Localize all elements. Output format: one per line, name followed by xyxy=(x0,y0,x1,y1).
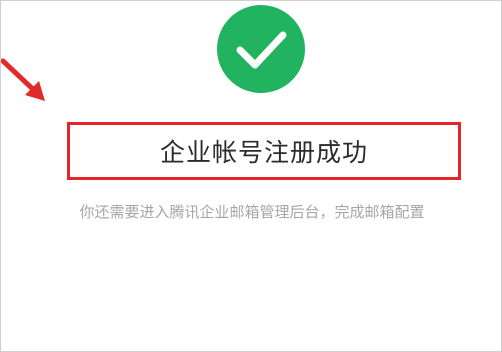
page-title: 企业帐号注册成功 xyxy=(159,138,368,167)
registration-success-panel: 企业帐号注册成功 你还需要进入腾讯企业邮箱管理后台，完成邮箱配置 xyxy=(0,0,502,352)
red-arrow-icon xyxy=(1,58,45,101)
check-circle-icon xyxy=(217,5,305,93)
highlighted-title-box: 企业帐号注册成功 xyxy=(67,122,461,180)
setup-instruction-text: 你还需要进入腾讯企业邮箱管理后台，完成邮箱配置 xyxy=(79,203,425,221)
